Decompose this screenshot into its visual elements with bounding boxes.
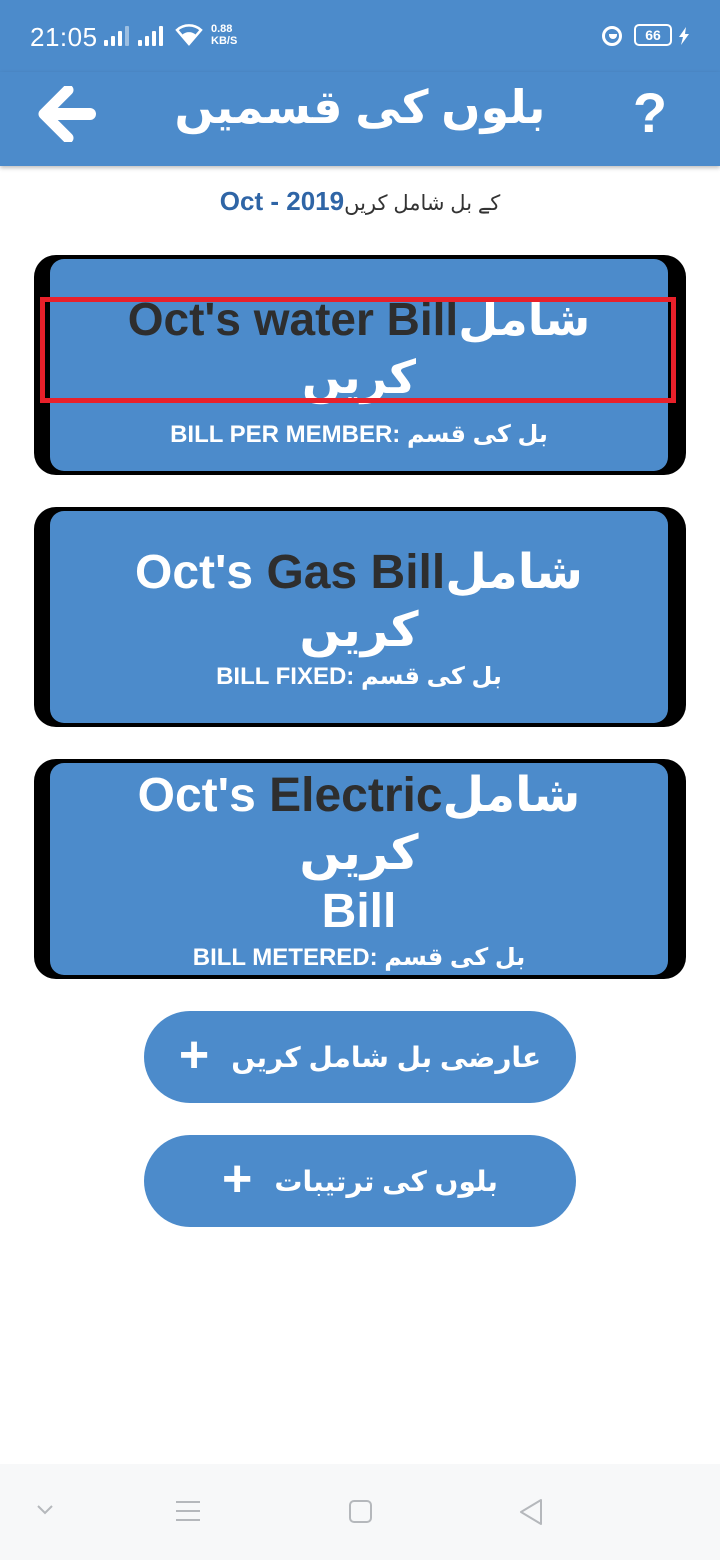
- bill-type-value: BILL METERED:: [192, 943, 378, 971]
- home-square-icon[interactable]: [348, 1499, 373, 1524]
- button-label: بلوں کی ترتیبات: [274, 1165, 498, 1197]
- page-title: بلوں کی قسمیں: [174, 81, 546, 133]
- plus-icon: +: [222, 1150, 253, 1208]
- bill-card-electric[interactable]: Oct's Electricشامل کریں Bill BILL METERE…: [34, 759, 686, 979]
- signal-icon: [104, 24, 129, 46]
- system-nav-bar: [0, 1464, 720, 1560]
- app-bar: بلوں کی قسمیں ?: [0, 72, 720, 166]
- bill-card-water-body[interactable]: Oct's water Billشامل کریں BILL PER MEMBE…: [50, 259, 668, 471]
- net-speed-value: 0.88: [211, 23, 233, 35]
- bill-card-gas[interactable]: Oct's Gas Billشامل کریں BILL FIXED: بل ک…: [34, 507, 686, 727]
- status-time: 21:05: [30, 22, 98, 52]
- bill-card-title: Oct's Gas Billشامل کریں: [50, 544, 668, 660]
- bill-name: Electric: [269, 768, 443, 822]
- chevron-down-icon[interactable]: [36, 1504, 54, 1516]
- bill-card-gas-body[interactable]: Oct's Gas Billشامل کریں BILL FIXED: بل ک…: [50, 511, 668, 723]
- bill-type-label: بل کی قسم: [406, 420, 548, 448]
- month-suffix: کے بل شامل کریں: [344, 192, 501, 215]
- net-speed-unit: KB/S: [211, 35, 238, 47]
- menu-icon[interactable]: [175, 1500, 201, 1522]
- month-subtitle: Oct - 2019کے بل شامل کریں: [0, 186, 720, 217]
- back-triangle-icon[interactable]: [518, 1498, 544, 1526]
- bill-name: Oct's water Bill: [127, 292, 459, 345]
- bill-type-label: بل کی قسم: [384, 943, 526, 971]
- battery-icon: 66: [634, 24, 672, 46]
- bill-card-water[interactable]: Oct's water Billشامل کریں BILL PER MEMBE…: [34, 255, 686, 475]
- dnd-icon: [602, 26, 622, 46]
- bill-name-prefix: Oct's: [135, 545, 267, 599]
- bill-card-title: Oct's water Billشامل کریں: [50, 290, 668, 406]
- bill-type-label: بل کی قسم: [360, 662, 502, 690]
- status-bar: 21:05 0.88 KB/S 66: [0, 0, 720, 72]
- bill-type: BILL METERED: بل کی قسم: [193, 943, 526, 972]
- bill-name-prefix: Oct's: [137, 768, 270, 822]
- bill-type: BILL PER MEMBER: بل کی قسم: [170, 420, 548, 449]
- wifi-icon: [175, 24, 203, 46]
- plus-icon: +: [178, 1026, 210, 1084]
- button-label: عارضی بل شامل کریں: [231, 1041, 542, 1073]
- bill-card-title: Oct's Electricشامل کریں Bill: [50, 767, 668, 941]
- bill-title-line2: Bill: [321, 884, 397, 938]
- month-label: Oct - 2019: [219, 186, 345, 216]
- bill-type: BILL FIXED: بل کی قسم: [216, 662, 502, 691]
- question-icon[interactable]: ?: [630, 78, 670, 148]
- add-temporary-bill-button[interactable]: + عارضی بل شامل کریں: [144, 1011, 576, 1103]
- bill-title-line1: Oct's Electricشامل کریں: [74, 767, 644, 883]
- signal-icon: [138, 24, 163, 46]
- bill-settings-button[interactable]: + بلوں کی ترتیبات: [144, 1135, 576, 1227]
- app-screen: 21:05 0.88 KB/S 66 بلوں کی قسمیں ? Oct -…: [0, 0, 720, 1560]
- charging-bolt-icon: [679, 27, 689, 45]
- bill-type-value: BILL PER MEMBER:: [170, 420, 401, 448]
- bill-card-electric-body[interactable]: Oct's Electricشامل کریں Bill BILL METERE…: [50, 763, 668, 975]
- bill-type-value: BILL FIXED:: [216, 662, 355, 690]
- net-speed: 0.88 KB/S: [211, 23, 237, 47]
- bill-name: Gas Bill: [266, 545, 446, 599]
